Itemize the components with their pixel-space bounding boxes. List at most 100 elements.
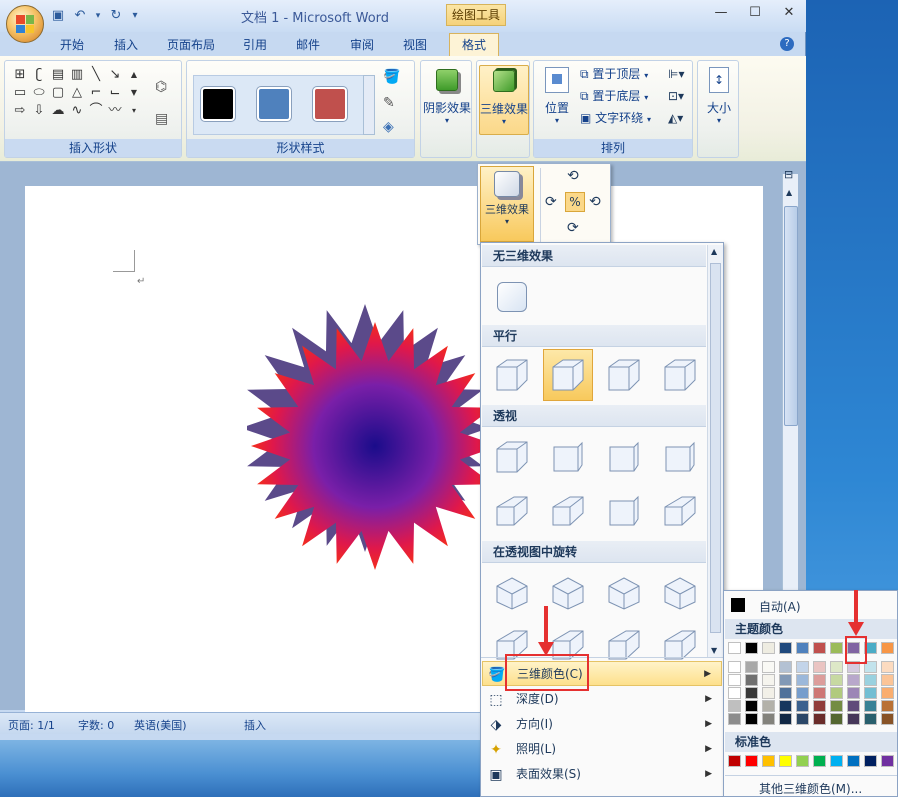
theme-color-shade-swatch[interactable]	[830, 713, 843, 725]
tilt-down-icon[interactable]: ⟳	[567, 220, 579, 236]
group-objects-icon[interactable]: ⊡▾	[668, 89, 684, 103]
parallel-option-1[interactable]	[487, 349, 537, 401]
textbox-a-icon[interactable]: ▤	[49, 67, 67, 83]
theme-color-shade-swatch[interactable]	[762, 674, 775, 686]
theme-color-shade-swatch[interactable]	[864, 713, 877, 725]
perspective2-option-2[interactable]	[543, 485, 593, 537]
perspective2-option-1[interactable]	[487, 485, 537, 537]
perspective-option-4[interactable]	[655, 431, 705, 483]
tab-mailings[interactable]: 邮件	[296, 36, 320, 53]
style-swatch-blue[interactable]	[257, 87, 291, 121]
standard-color-swatch[interactable]	[779, 755, 792, 767]
tab-review[interactable]: 审阅	[350, 36, 374, 53]
standard-color-swatch[interactable]	[745, 755, 758, 767]
align-icon[interactable]: ⊫▾	[668, 67, 684, 81]
gallery-more[interactable]: ▾	[125, 103, 143, 119]
tab-home[interactable]: 开始	[60, 36, 84, 53]
theme-color-shade-swatch[interactable]	[847, 674, 860, 686]
menu-lighting[interactable]: ✦ 照明(L) ▶	[482, 737, 722, 762]
vertical-textbox-icon[interactable]: ▥	[68, 67, 86, 83]
star-3d-shape[interactable]	[247, 304, 503, 574]
qat-customize[interactable]: ▾	[130, 8, 140, 24]
theme-color-shade-swatch[interactable]	[796, 687, 809, 699]
text-box-icon[interactable]: ⊞	[11, 67, 29, 83]
right-arrow-icon[interactable]: ⇨	[11, 103, 29, 119]
no-3d-option[interactable]	[487, 271, 537, 323]
standard-color-swatch[interactable]	[728, 755, 741, 767]
theme-color-shade-swatch[interactable]	[728, 687, 741, 699]
fill-color-icon[interactable]: 🪣	[383, 69, 400, 85]
text-wrap-button[interactable]: ▣ 文字环绕 ▾	[580, 109, 651, 126]
freeform-icon[interactable]: 〰	[106, 103, 124, 119]
theme-color-shade-swatch[interactable]	[881, 674, 894, 686]
oval-icon[interactable]: ⬭	[30, 85, 48, 101]
tab-references[interactable]: 引用	[243, 36, 267, 53]
tab-page-layout[interactable]: 页面布局	[167, 36, 215, 53]
gallery-scrollbar[interactable]: ▲ ▼	[707, 245, 723, 657]
theme-color-shade-swatch[interactable]	[796, 661, 809, 673]
theme-color-shade-swatch[interactable]	[762, 713, 775, 725]
3d-effects-ribbon-button[interactable]: 三维效果 ▾	[479, 65, 529, 135]
parallel-option-2[interactable]	[543, 349, 593, 401]
auto-color-option[interactable]: 自动(A)	[725, 593, 897, 617]
tab-view[interactable]: 视图	[403, 36, 427, 53]
perspective-option-1[interactable]	[487, 431, 537, 483]
draw-textbox-icon[interactable]: ▤	[155, 111, 168, 127]
theme-color-shade-swatch[interactable]	[796, 700, 809, 712]
position-button[interactable]: 位置 ▾	[538, 65, 576, 125]
standard-color-swatch[interactable]	[762, 755, 775, 767]
theme-color-shade-swatch[interactable]	[779, 674, 792, 686]
cloud-icon[interactable]: ☁	[49, 103, 67, 119]
standard-color-swatch[interactable]	[796, 755, 809, 767]
rotate-perspective-option-3[interactable]	[599, 567, 649, 619]
gallery-scroll-thumb[interactable]	[710, 263, 721, 633]
scroll-up-button[interactable]: ▲	[786, 188, 792, 197]
theme-color-shade-swatch[interactable]	[881, 713, 894, 725]
down-arrow-icon[interactable]: ⇩	[30, 103, 48, 119]
undo-icon[interactable]: ↶	[72, 8, 88, 24]
edit-shape-icon[interactable]: ⌬	[155, 79, 167, 95]
gallery-scroll-up[interactable]: ▲	[125, 67, 143, 83]
more-3d-colors-option[interactable]: 其他三维颜色(M)...	[725, 775, 897, 797]
elbow-arrow-icon[interactable]: ⌙	[106, 85, 124, 101]
theme-color-shade-swatch[interactable]	[779, 713, 792, 725]
tilt-left-icon[interactable]: ⟳	[545, 194, 557, 210]
theme-color-shade-swatch[interactable]	[796, 713, 809, 725]
theme-color-swatch[interactable]	[779, 642, 792, 654]
theme-color-shade-swatch[interactable]	[796, 674, 809, 686]
standard-color-swatch[interactable]	[830, 755, 843, 767]
tilt-right-icon[interactable]: ⟲	[589, 194, 601, 210]
rounded-rect-icon[interactable]: ▢	[49, 85, 67, 101]
status-insert-mode[interactable]: 插入	[244, 717, 266, 733]
ruler-toggle-icon[interactable]: ⊟	[784, 168, 793, 181]
theme-color-shade-swatch[interactable]	[728, 700, 741, 712]
help-icon[interactable]: ?	[780, 37, 794, 51]
tab-insert[interactable]: 插入	[114, 36, 138, 53]
theme-color-shade-swatch[interactable]	[728, 713, 741, 725]
perspective2-option-4[interactable]	[655, 485, 705, 537]
office-button[interactable]	[6, 5, 44, 43]
theme-color-shade-swatch[interactable]	[813, 713, 826, 725]
rotate-icon[interactable]: ◭▾	[668, 111, 683, 125]
size-button[interactable]: ↕ 大小 ▾	[700, 65, 738, 125]
theme-color-swatch[interactable]	[728, 642, 741, 654]
undo-dropdown[interactable]: ▾	[94, 8, 102, 24]
rotate-perspective-option-2[interactable]	[543, 567, 593, 619]
theme-color-swatch[interactable]	[813, 642, 826, 654]
arrow-line-icon[interactable]: ↘	[106, 67, 124, 83]
status-language[interactable]: 英语(美国)	[134, 717, 187, 733]
style-swatch-red[interactable]	[313, 87, 347, 121]
tilt-up-icon[interactable]: ⟲	[567, 168, 579, 184]
theme-color-shade-swatch[interactable]	[847, 713, 860, 725]
theme-color-swatch[interactable]	[830, 642, 843, 654]
triangle-icon[interactable]: △	[68, 85, 86, 101]
theme-color-shade-swatch[interactable]	[779, 687, 792, 699]
standard-color-swatch[interactable]	[864, 755, 877, 767]
theme-color-shade-swatch[interactable]	[830, 661, 843, 673]
theme-color-shade-swatch[interactable]	[745, 713, 758, 725]
standard-color-swatch[interactable]	[813, 755, 826, 767]
theme-color-shade-swatch[interactable]	[745, 661, 758, 673]
theme-color-swatch[interactable]	[745, 642, 758, 654]
theme-color-shade-swatch[interactable]	[847, 687, 860, 699]
parallel-option-4[interactable]	[655, 349, 705, 401]
